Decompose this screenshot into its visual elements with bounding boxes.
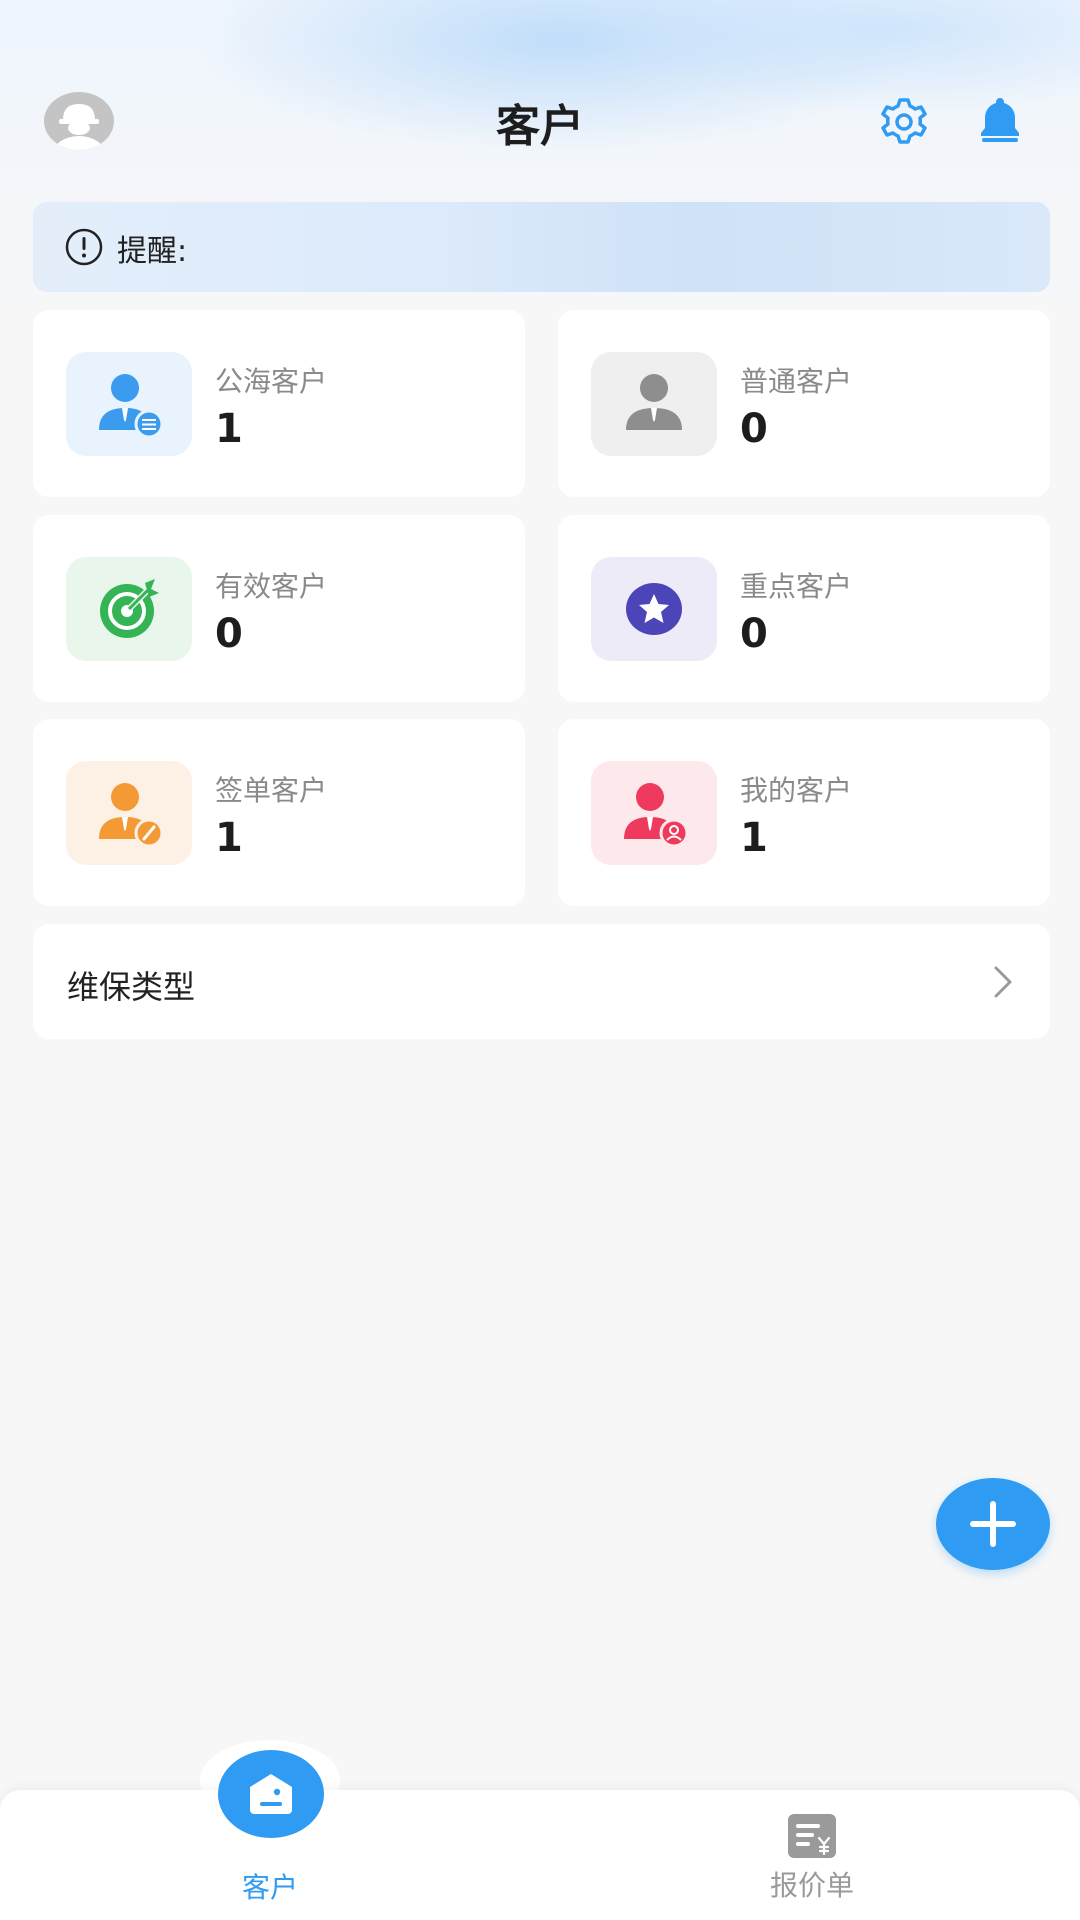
card-public-customers[interactable]: 公海客户 1 xyxy=(33,310,525,497)
card-icon-box xyxy=(591,557,717,661)
bottom-tab-bar xyxy=(0,1790,1080,1920)
user-icon xyxy=(626,374,682,430)
card-label: 普通客户 xyxy=(740,365,853,398)
card-count: 1 xyxy=(215,406,243,452)
tab-quotes-label[interactable]: 报价单 xyxy=(752,1864,872,1904)
card-icon-box xyxy=(66,761,192,865)
bell-icon xyxy=(981,98,1019,142)
target-icon xyxy=(100,579,159,638)
user-pen-icon xyxy=(99,783,164,848)
add-customer-button[interactable] xyxy=(936,1478,1050,1570)
card-count: 0 xyxy=(740,406,768,452)
notifications-button[interactable] xyxy=(972,92,1028,148)
maintenance-type-label: 维保类型 xyxy=(67,968,196,1006)
card-my-customers[interactable]: 我的客户 1 xyxy=(558,719,1050,906)
plus-icon xyxy=(970,1501,1016,1547)
card-count: 0 xyxy=(215,611,243,657)
app-header: 客户 xyxy=(0,70,1080,170)
card-icon-box xyxy=(591,761,717,865)
tab-customers-label[interactable]: 客户 xyxy=(210,1866,330,1906)
card-signed-customers[interactable]: 签单客户 1 xyxy=(33,719,525,906)
quote-document-icon[interactable] xyxy=(786,1812,838,1860)
user-list-icon xyxy=(99,374,164,439)
user-self-icon xyxy=(624,783,689,848)
card-valid-customers[interactable]: 有效客户 0 xyxy=(33,515,525,702)
card-icon-box xyxy=(66,557,192,661)
card-key-customers[interactable]: 重点客户 0 xyxy=(558,515,1050,702)
tab-customers[interactable] xyxy=(218,1750,324,1838)
card-count: 1 xyxy=(215,815,243,861)
card-label: 我的客户 xyxy=(740,774,853,807)
reminder-label: 提醒: xyxy=(117,234,188,269)
customer-home-icon xyxy=(250,1774,292,1814)
card-label: 签单客户 xyxy=(215,774,328,807)
card-regular-customers[interactable]: 普通客户 0 xyxy=(558,310,1050,497)
card-label: 公海客户 xyxy=(215,365,328,398)
card-count: 1 xyxy=(740,815,768,861)
settings-button[interactable] xyxy=(876,94,932,150)
chevron-right-icon xyxy=(994,966,1012,998)
reminder-banner[interactable]: 提醒: xyxy=(33,202,1050,292)
card-icon-box xyxy=(66,352,192,456)
exclamation-circle-icon xyxy=(65,228,103,266)
gear-icon xyxy=(881,98,927,144)
card-label: 重点客户 xyxy=(740,570,853,603)
star-icon xyxy=(626,583,682,635)
card-count: 0 xyxy=(740,611,768,657)
card-label: 有效客户 xyxy=(215,570,328,603)
maintenance-type-row[interactable]: 维保类型 xyxy=(33,924,1050,1039)
card-icon-box xyxy=(591,352,717,456)
